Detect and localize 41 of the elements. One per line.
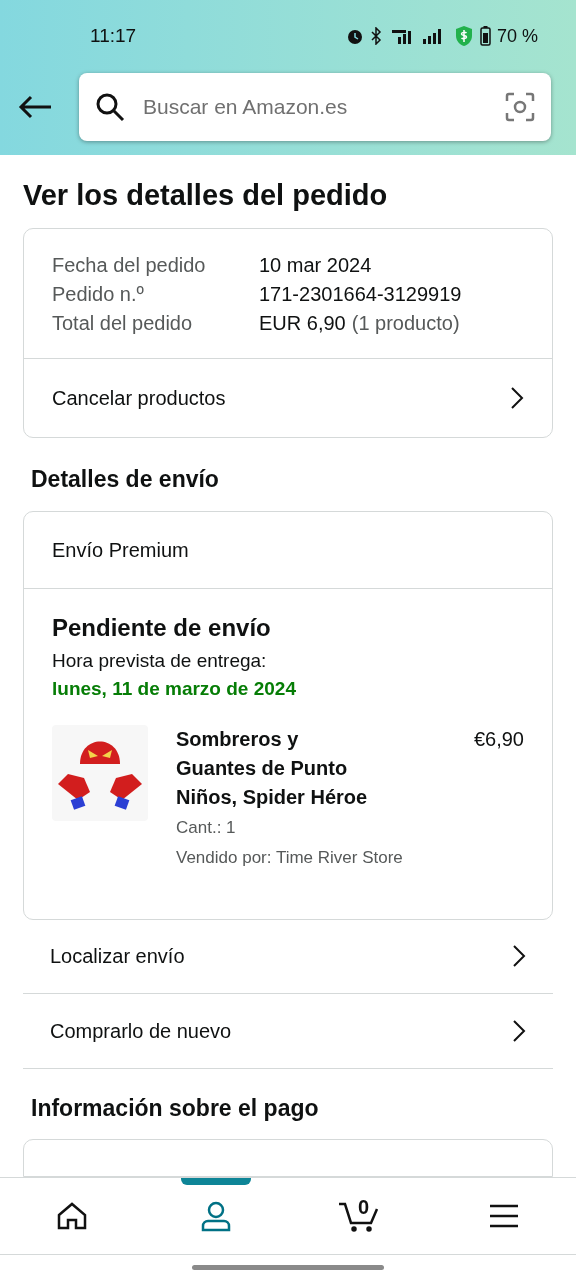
order-value: 171-2301664-3129919 [259, 282, 462, 307]
shipping-status: Pendiente de envío [52, 612, 272, 643]
product-quantity: Cant.: 1 [176, 816, 237, 839]
chevron-right-icon [512, 1018, 526, 1043]
search-icon [95, 92, 125, 122]
order-note: (1 producto) [351, 311, 460, 336]
action-row[interactable]: Localizar envío [23, 919, 553, 995]
nav-tab[interactable]: 0 [288, 1178, 432, 1254]
search-bar[interactable]: Buscar en Amazon.es [79, 73, 551, 141]
active-tab-indicator [181, 1178, 251, 1185]
menu-icon [488, 1203, 520, 1229]
order-label: Pedido n.º [52, 282, 145, 307]
action-row[interactable]: Comprarlo de nuevo [23, 994, 553, 1069]
status-time: 11:17 [90, 23, 137, 48]
chevron-right-icon [512, 944, 526, 969]
alarm-icon [345, 27, 364, 45]
camera-scan-icon[interactable] [505, 92, 535, 122]
order-label: Fecha del pedido [52, 253, 207, 278]
page-title: Ver los detalles del pedido [23, 178, 389, 213]
shipping-method: Envío Premium [52, 537, 189, 563]
cancel-products-button[interactable]: Cancelar productos [24, 359, 552, 437]
person-icon [199, 1199, 233, 1233]
home-icon [56, 1201, 88, 1231]
product-seller: Vendido por: Time River Store [176, 846, 404, 869]
order-value: 10 mar 2024 [259, 253, 372, 278]
delivery-date: lunes, 11 de marzo de 2024 [52, 676, 297, 701]
order-label: Total del pedido [52, 311, 194, 336]
section-heading: Información sobre el pago [30, 1093, 320, 1123]
battery-icon [479, 26, 491, 46]
search-field[interactable]: Buscar en Amazon.es [143, 91, 487, 123]
delivery-label: Hora prevista de entrega: [52, 648, 268, 673]
cart-count: 0 [358, 1195, 370, 1220]
chevron-right-icon [510, 386, 524, 410]
section-heading: Detalles de envío [30, 465, 220, 494]
product-title[interactable]: Sombreros y Guantes de Punto Niños, Spider Héroe [176, 724, 381, 812]
bluetooth-icon [369, 27, 382, 45]
battery-percentage: 70 % [496, 24, 538, 48]
back-arrow-icon[interactable] [18, 95, 52, 119]
product-price: €6,90 [473, 726, 524, 752]
shield-icon [453, 25, 474, 47]
order-value: EUR 6,90 [259, 311, 346, 336]
